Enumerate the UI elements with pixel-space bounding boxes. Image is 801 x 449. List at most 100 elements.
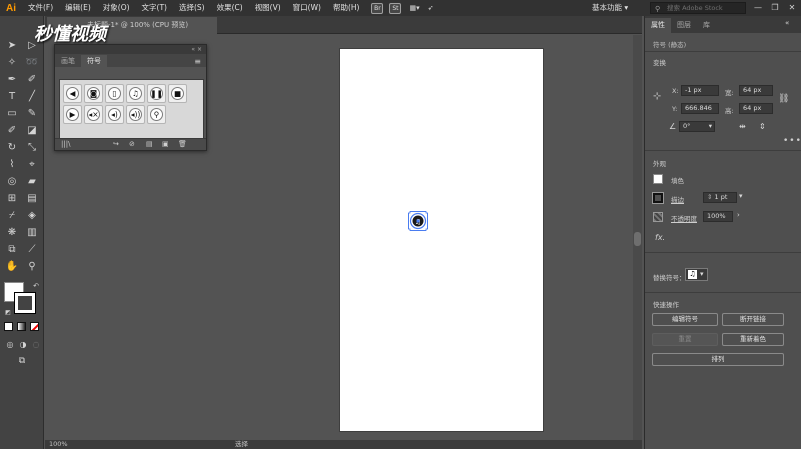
mute-symbol[interactable]: ◂× (84, 105, 103, 124)
phone-symbol[interactable]: ▯ (105, 84, 124, 103)
workspace-switcher[interactable]: 基本功能 ▾ (592, 0, 628, 16)
curvature-tool-icon[interactable]: ✐ (24, 72, 40, 86)
column-graph-tool-icon[interactable]: ▥ (24, 225, 40, 239)
magic-wand-tool-icon[interactable]: ✧ (4, 55, 20, 69)
pen-tool-icon[interactable]: ✒ (4, 72, 20, 86)
warp-tool-icon[interactable]: ⌇ (4, 157, 20, 171)
width-field[interactable]: 64 px (739, 85, 773, 96)
opacity-label[interactable]: 不透明度 (671, 213, 697, 223)
camera-symbol[interactable]: ◙ (84, 84, 103, 103)
x-position-field[interactable]: -1 px (681, 85, 719, 96)
height-field[interactable]: 64 px (739, 103, 773, 114)
swap-colors-icon[interactable]: ↶ (28, 279, 44, 293)
rotation-field[interactable]: 0° ▾ (679, 121, 715, 132)
selection-tool-icon[interactable]: ➤ (4, 38, 20, 52)
edit-symbol-button[interactable]: 编辑符号 (652, 313, 718, 326)
panel-titlebar[interactable]: « × (55, 45, 206, 54)
scale-tool-icon[interactable]: ⤡ (24, 140, 40, 154)
chevron-right-icon[interactable]: › (737, 211, 740, 219)
volume-high-symbol[interactable]: ◂)) (126, 105, 145, 124)
arrange-documents-button[interactable]: ▦▾ (409, 4, 419, 12)
menu-item[interactable]: 窗口(W) (287, 0, 327, 16)
recolor-button[interactable]: 重新着色 (722, 333, 784, 346)
fx-button[interactable]: fx. (655, 233, 665, 242)
default-colors-icon[interactable]: ◩ (0, 305, 16, 319)
chevron-down-icon[interactable]: ▾ (739, 192, 743, 200)
tab-brushes[interactable]: 画笔 (55, 55, 81, 67)
menu-item[interactable]: 文件(F) (22, 0, 59, 16)
gradient-mode-button[interactable] (17, 322, 26, 331)
break-link-icon[interactable]: ⊘ (129, 140, 135, 148)
fill-swatch[interactable] (653, 174, 663, 184)
flip-vertical-icon[interactable]: ⇕ (759, 122, 766, 131)
selected-symbol-instance[interactable]: ♫ (406, 209, 430, 233)
panel-collapse-icon[interactable]: « (785, 19, 789, 27)
music-note-symbol[interactable]: ♫ (126, 84, 145, 103)
stock-search-input[interactable]: ⚲ 搜索 Adobe Stock (650, 2, 746, 14)
menu-item[interactable]: 视图(V) (249, 0, 287, 16)
symbol-libraries-icon[interactable]: |||\ (61, 140, 70, 148)
slice-tool-icon[interactable]: ⟋ (24, 242, 40, 256)
line-tool-icon[interactable]: ╱ (24, 89, 40, 103)
place-symbol-instance-icon[interactable]: ↪ (113, 140, 119, 148)
menu-item[interactable]: 帮助(H) (327, 0, 366, 16)
draw-inside-icon[interactable]: ◌ (28, 337, 44, 351)
break-link-button[interactable]: 断开链接 (722, 313, 784, 326)
none-mode-button[interactable] (30, 322, 39, 331)
tab-layers[interactable]: 图层 (671, 18, 697, 33)
volume-low-symbol[interactable]: ◂) (105, 105, 124, 124)
bridge-button[interactable]: Br (371, 2, 384, 14)
close-window-button[interactable]: ✕ (784, 0, 800, 16)
hand-tool-icon[interactable]: ✋ (4, 259, 20, 273)
replace-symbol-dropdown[interactable]: ♫ ▾ (685, 268, 708, 281)
gpu-performance-button[interactable]: ➶ (428, 4, 434, 12)
flip-horizontal-icon[interactable]: ⇹ (739, 122, 746, 131)
eyedropper-tool-icon[interactable]: ⌿ (4, 208, 20, 222)
search-symbol[interactable]: ⚲ (147, 105, 166, 124)
shaper-tool-icon[interactable]: ✐ (4, 123, 20, 137)
artboard-tool-icon[interactable]: ⧉ (4, 242, 20, 256)
more-options-transform-icon[interactable]: ••• (783, 136, 801, 146)
perspective-grid-tool-icon[interactable]: ▰ (24, 174, 40, 188)
menu-item[interactable]: 编辑(E) (59, 0, 97, 16)
zoom-tool-icon[interactable]: ⚲ (24, 259, 40, 273)
blend-tool-icon[interactable]: ◈ (24, 208, 40, 222)
mesh-tool-icon[interactable]: ⊞ (4, 191, 20, 205)
restore-button[interactable]: ❐ (767, 0, 783, 16)
opacity-field[interactable]: 100% (703, 211, 733, 222)
symbol-options-icon[interactable]: ▤ (146, 140, 153, 148)
menu-item[interactable]: 选择(S) (173, 0, 211, 16)
menu-item[interactable]: 效果(C) (211, 0, 249, 16)
constrain-proportions-icon[interactable]: ⛓ (778, 94, 789, 104)
scrollbar-thumb[interactable] (634, 232, 641, 246)
artboard[interactable] (340, 49, 543, 431)
panel-menu-icon[interactable]: ≡ (194, 57, 201, 66)
reset-button[interactable]: 重置 (652, 333, 718, 346)
stock-button[interactable]: St (389, 2, 402, 14)
tab-symbols[interactable]: 符号 (81, 55, 107, 67)
arrow-left-symbol[interactable]: ◀ (63, 84, 82, 103)
zoom-level[interactable]: 100% (49, 440, 68, 449)
rotate-tool-icon[interactable]: ↻ (4, 140, 20, 154)
vertical-scrollbar[interactable] (633, 35, 642, 440)
stroke-weight-field[interactable]: ⇕ 1 pt (703, 192, 737, 203)
rectangle-tool-icon[interactable]: ▭ (4, 106, 20, 120)
screen-mode-icon[interactable]: ⧉ (14, 354, 30, 368)
new-symbol-icon[interactable]: ▣ (162, 140, 169, 148)
stroke-swatch[interactable] (652, 192, 664, 204)
stroke-color-swatch[interactable] (14, 292, 36, 314)
arrange-button[interactable]: 排列 (652, 353, 784, 366)
menu-item[interactable]: 文字(T) (136, 0, 173, 16)
tab-properties[interactable]: 属性 (645, 18, 671, 33)
eraser-tool-icon[interactable]: ◪ (24, 123, 40, 137)
reference-point-icon[interactable]: ⊹ (653, 91, 661, 102)
y-position-field[interactable]: 666.846 (681, 103, 719, 114)
pause-symbol[interactable]: ❚❚ (147, 84, 166, 103)
trash-icon[interactable]: 🗑 (178, 140, 187, 148)
type-tool-icon[interactable]: T (4, 89, 20, 103)
lasso-tool-icon[interactable]: ➿ (24, 55, 40, 69)
menu-item[interactable]: 对象(O) (97, 0, 136, 16)
stop-symbol[interactable]: ■ (168, 84, 187, 103)
free-transform-tool-icon[interactable]: ⌖ (24, 157, 40, 171)
minimize-button[interactable]: — (750, 0, 766, 16)
